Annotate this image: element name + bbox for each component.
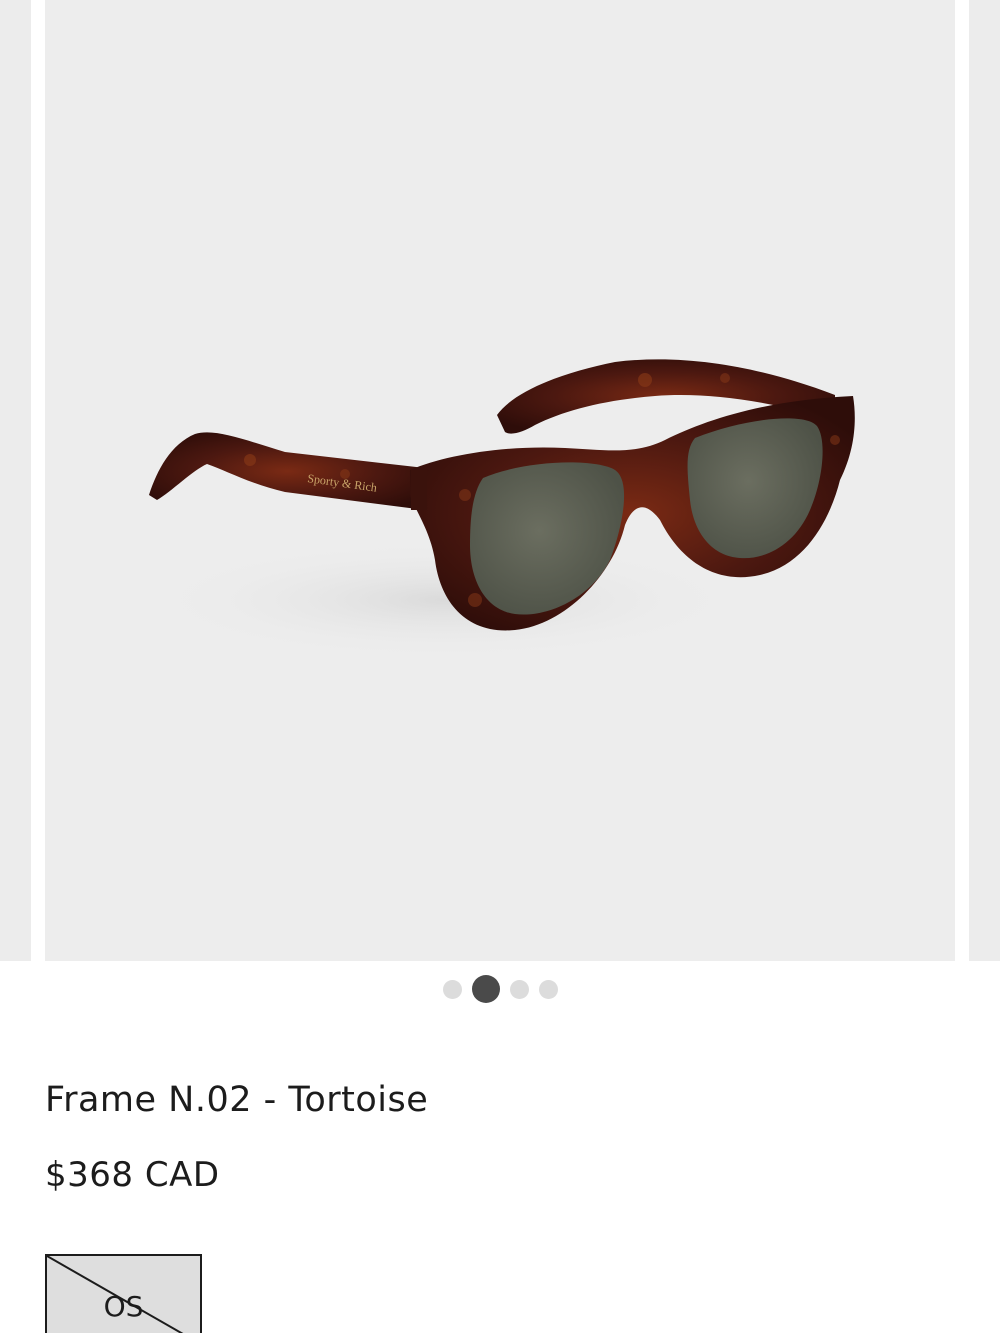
product-image-carousel[interactable]: Sporty & Rich — [0, 0, 1000, 961]
product-price: $368 CAD — [45, 1155, 220, 1195]
previous-slide-peek[interactable] — [0, 0, 31, 961]
carousel-pagination — [0, 974, 1000, 1004]
carousel-dot-3[interactable] — [509, 979, 529, 999]
carousel-dot-2[interactable] — [471, 975, 500, 1003]
sunglasses-image: Sporty & Rich — [145, 359, 855, 660]
size-option-os[interactable]: OS — [45, 1254, 202, 1333]
carousel-dot-1[interactable] — [442, 979, 462, 999]
carousel-dot-4[interactable] — [538, 979, 558, 999]
size-label: OS — [103, 1290, 144, 1323]
next-slide-peek[interactable] — [969, 0, 1000, 961]
product-title: Frame N.02 - Tortoise — [45, 1080, 429, 1120]
product-image[interactable]: Sporty & Rich — [45, 0, 955, 961]
